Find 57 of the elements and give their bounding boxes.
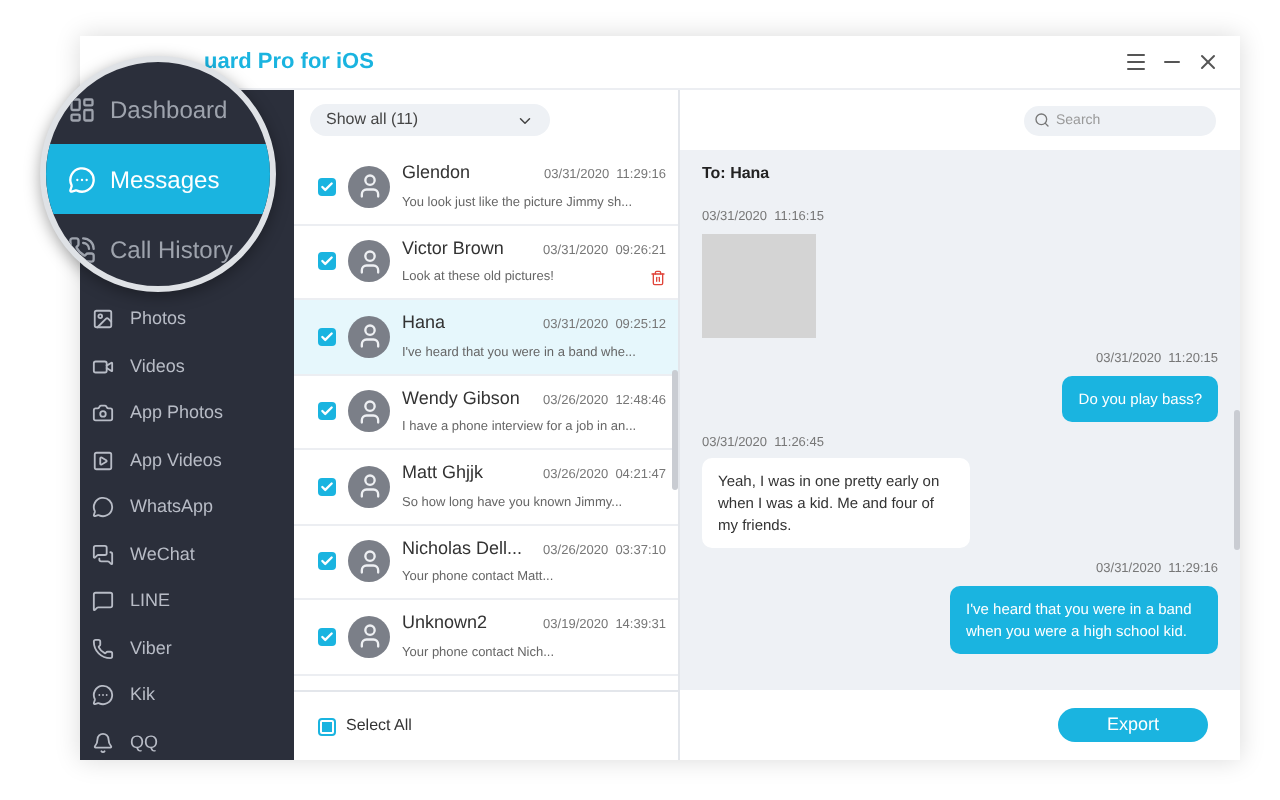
sidebar-item[interactable]: WhatsApp bbox=[80, 484, 294, 531]
speech-bubble-icon bbox=[92, 590, 114, 613]
scrollbar bbox=[1234, 410, 1240, 550]
avatar-icon bbox=[348, 315, 390, 358]
sidebar-item[interactable]: App Photos bbox=[80, 390, 294, 437]
checkbox[interactable] bbox=[318, 627, 336, 646]
checkbox[interactable] bbox=[318, 477, 336, 496]
scrollbar bbox=[672, 370, 678, 490]
sidebar-item[interactable]: Kik bbox=[80, 672, 294, 719]
video-camera-icon bbox=[92, 355, 114, 378]
sidebar-item[interactable]: Photos bbox=[80, 296, 294, 343]
contact-name: Wendy Gibson bbox=[402, 385, 520, 412]
sidebar-item[interactable]: App Videos bbox=[80, 437, 294, 484]
close-icon[interactable] bbox=[1196, 50, 1220, 74]
chat-dots-icon bbox=[92, 684, 114, 707]
contact-name: Nicholas Dell... bbox=[402, 535, 523, 562]
checkbox[interactable] bbox=[318, 717, 336, 735]
camera-icon bbox=[92, 402, 114, 425]
checkbox[interactable] bbox=[318, 252, 336, 271]
avatar-icon bbox=[348, 240, 390, 283]
avatar-icon bbox=[348, 465, 390, 508]
phone-call-icon bbox=[68, 235, 96, 263]
avatar-icon bbox=[348, 165, 390, 208]
sidebar-item[interactable]: QQ bbox=[80, 719, 294, 760]
chat-bubbles-icon bbox=[92, 543, 114, 566]
checkbox[interactable] bbox=[318, 327, 336, 346]
sidebar-item[interactable]: LINE bbox=[80, 578, 294, 625]
phone-icon bbox=[92, 637, 114, 660]
trash-icon[interactable] bbox=[650, 270, 666, 286]
filter-dropdown[interactable]: Show all (11) bbox=[310, 104, 550, 136]
chat-dots-icon bbox=[68, 165, 96, 193]
menu-icon[interactable] bbox=[1124, 50, 1148, 74]
sidebar-item[interactable]: Viber bbox=[80, 625, 294, 672]
dashboard-icon bbox=[68, 95, 96, 123]
phone-bubble-icon bbox=[92, 496, 114, 519]
avatar-icon bbox=[348, 390, 390, 433]
contact-name: Victor Brown bbox=[402, 235, 504, 262]
sidebar-item[interactable]: WeChat bbox=[80, 531, 294, 578]
image-icon bbox=[92, 308, 114, 331]
search-icon bbox=[1034, 112, 1050, 128]
contact-name: Hana bbox=[402, 310, 446, 337]
checkbox[interactable] bbox=[318, 402, 336, 421]
bell-icon bbox=[92, 731, 114, 754]
checkbox[interactable] bbox=[318, 552, 336, 571]
nav-item[interactable]: Call History bbox=[46, 214, 270, 284]
avatar-icon bbox=[348, 615, 390, 658]
nav-item[interactable]: Dashboard bbox=[46, 74, 270, 144]
avatar-icon bbox=[348, 540, 390, 583]
checkbox[interactable] bbox=[318, 177, 336, 196]
window-title: uard Pro for iOS bbox=[204, 47, 374, 78]
contact-name: Unknown2 bbox=[402, 610, 488, 637]
sidebar-item[interactable]: Videos bbox=[80, 343, 294, 390]
play-icon bbox=[92, 449, 114, 472]
contact-name: Matt Ghjjk bbox=[402, 460, 484, 487]
contact-name: Glendon bbox=[402, 160, 471, 187]
chat-title: To: Hana bbox=[702, 162, 772, 186]
select-all-label[interactable]: Select All bbox=[346, 714, 412, 738]
